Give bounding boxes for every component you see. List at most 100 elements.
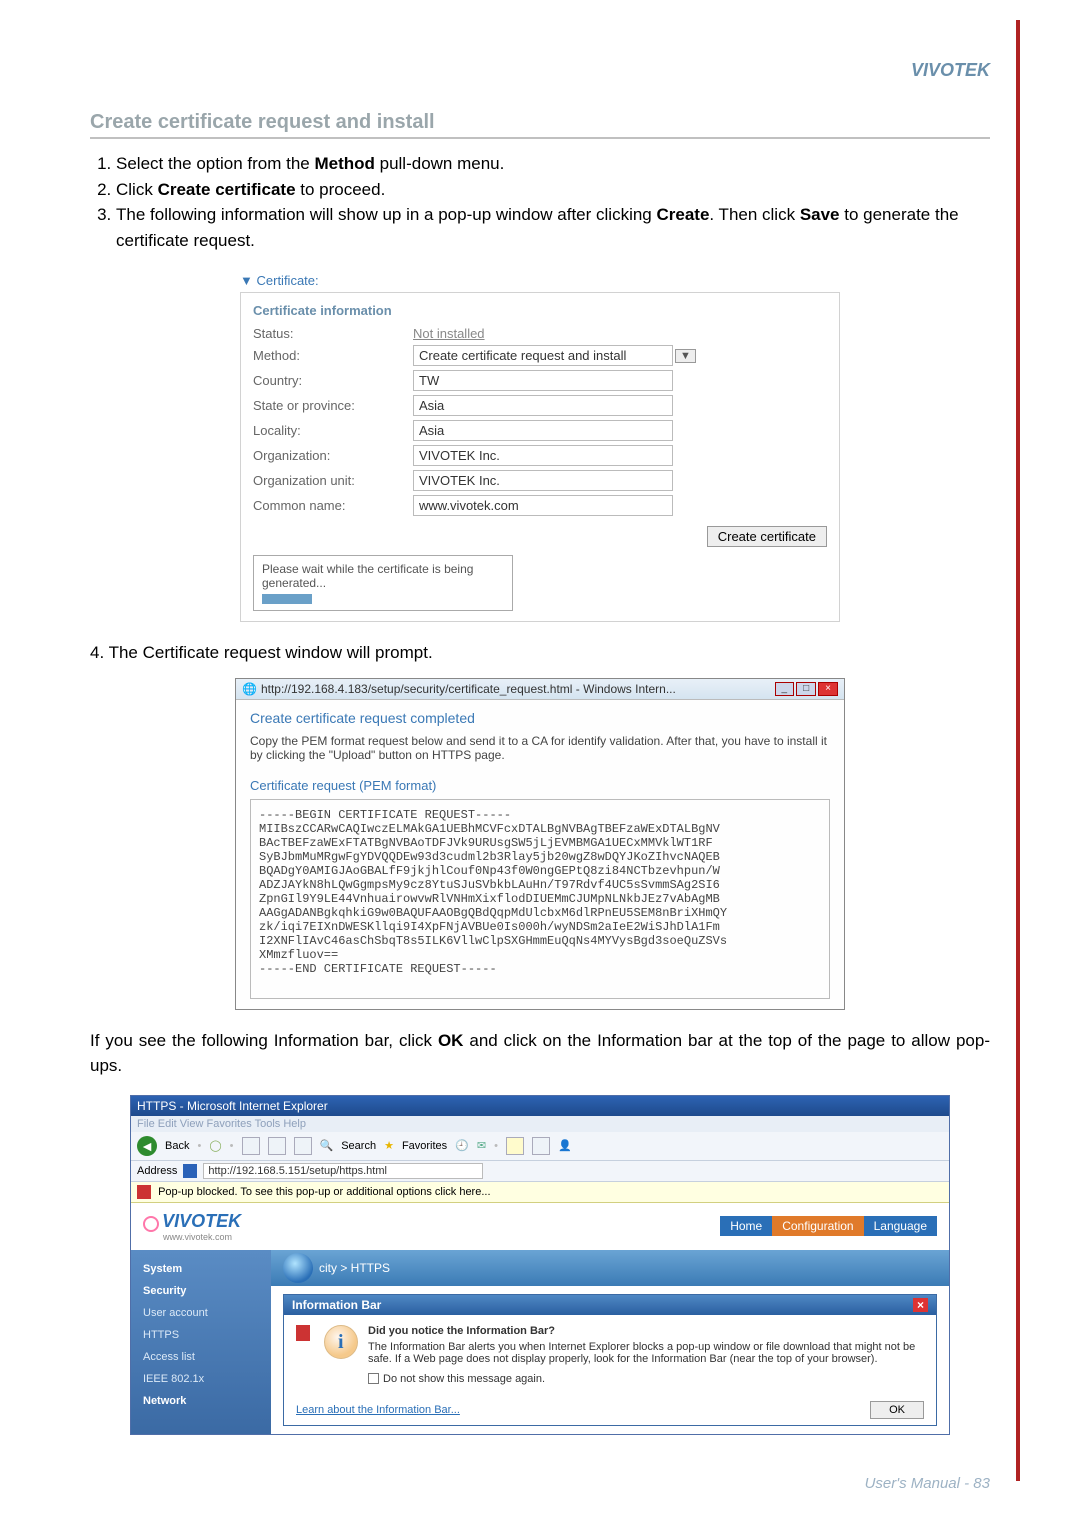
step2-text: Click [116,180,158,199]
sidebar-item-https[interactable]: HTTPS [131,1324,271,1346]
globe-icon [283,1253,313,1283]
info-bar-question: Did you notice the Information Bar? [368,1325,924,1337]
address-label: Address [137,1165,177,1177]
dont-show-label: Do not show this message again. [383,1373,545,1385]
sidebar-item-security[interactable]: Security [131,1280,271,1302]
method-select[interactable]: Create certificate request and install [413,345,673,366]
wait-text: Please wait while the certificate is bei… [262,562,504,590]
stop-icon[interactable] [242,1137,260,1155]
cert-request-popup: 🌐 http://192.168.4.183/setup/security/ce… [235,678,845,1010]
step3-a: The following information will show up i… [116,205,657,224]
ie-window: HTTPS - Microsoft Internet Explorer File… [130,1095,950,1435]
method-label: Method: [253,348,413,363]
status-value: Not installed [413,326,485,341]
body-text-2: If you see the following Information bar… [90,1028,990,1079]
popup-globe-icon: 🌐 [242,682,257,696]
pem-textarea[interactable]: -----BEGIN CERTIFICATE REQUEST----- MIIB… [250,799,830,999]
locality-label: Locality: [253,423,413,438]
back-icon[interactable]: ◄ [137,1136,157,1156]
learn-more-link[interactable]: Learn about the Information Bar... [296,1404,460,1416]
body2-bold: OK [438,1031,464,1050]
progress-bar [262,594,312,604]
info-bar-body-text: The Information Bar alerts you when Inte… [368,1341,924,1365]
history-icon[interactable]: 🕘 [455,1139,469,1152]
create-certificate-button[interactable]: Create certificate [707,526,827,547]
information-bar-dialog: Information Bar × Did you notice the Inf… [283,1294,937,1426]
sidebar-item-network[interactable]: Network [131,1390,271,1412]
chevron-down-icon[interactable]: ▼ [675,349,696,363]
ie-toolbar: ◄ Back • ◯ • 🔍 Search ★ Favorites 🕘 ✉ • … [131,1132,949,1161]
mail-icon[interactable]: ✉ [477,1139,486,1152]
step-1: Select the option from the Method pull-d… [116,151,990,177]
step1-bold: Method [314,154,374,173]
nav-language[interactable]: Language [864,1216,937,1236]
section-title: Create certificate request and install [90,111,990,139]
country-input[interactable] [413,370,673,391]
ie-sidebar: System Security User account HTTPS Acces… [131,1250,271,1434]
search-label[interactable]: Search [341,1140,376,1152]
favorites-icon[interactable]: ★ [384,1139,394,1152]
ie-address-bar: Address http://192.168.5.151/setup/https… [131,1161,949,1182]
step1-after: pull-down menu. [375,154,504,173]
status-label: Status: [253,326,413,341]
nav-configuration[interactable]: Configuration [772,1216,863,1236]
brand-header: VIVOTEK [90,60,990,81]
refresh-icon[interactable] [268,1137,286,1155]
ie-page-icon [183,1164,197,1178]
cert-panel-title: Certificate information [253,303,827,318]
collapse-arrow-icon[interactable]: ▼ [240,273,253,288]
close-icon[interactable]: × [913,1298,928,1312]
step3-bold1: Create [657,205,710,224]
step-2: Click Create certificate to proceed. [116,177,990,203]
dont-show-checkbox[interactable] [368,1373,379,1384]
orgunit-input[interactable] [413,470,673,491]
home-icon[interactable] [294,1137,312,1155]
info-icon [324,1325,358,1359]
ie-menubar[interactable]: File Edit View Favorites Tools Help [131,1116,949,1132]
popup-blocked-bar[interactable]: Pop-up blocked. To see this pop-up or ad… [131,1182,949,1203]
popup-close-icon[interactable]: × [818,682,838,696]
popup-titlebar: 🌐 http://192.168.4.183/setup/security/ce… [236,679,844,700]
step-3: The following information will show up i… [116,202,990,253]
pem-label: Certificate request (PEM format) [250,778,830,793]
nav-home[interactable]: Home [720,1216,772,1236]
orgunit-label: Organization unit: [253,473,413,488]
print-icon[interactable] [506,1137,524,1155]
vivotek-logo-text: VIVOTEK [162,1211,241,1231]
certificate-panel: Certificate information Status: Not inst… [240,292,840,622]
wait-message-box: Please wait while the certificate is bei… [253,555,513,611]
province-label: State or province: [253,398,413,413]
sidebar-item-access-list[interactable]: Access list [131,1346,271,1368]
edit-icon[interactable] [532,1137,550,1155]
top-nav: HomeConfigurationLanguage [720,1219,937,1233]
sidebar-item-system[interactable]: System [131,1258,271,1280]
org-input[interactable] [413,445,673,466]
address-input[interactable]: http://192.168.5.151/setup/https.html [203,1163,483,1179]
step3-b: . Then click [709,205,799,224]
back-label[interactable]: Back [165,1140,189,1152]
sidebar-item-ieee[interactable]: IEEE 802.1x [131,1368,271,1390]
ok-button[interactable]: OK [870,1401,924,1419]
province-input[interactable] [413,395,673,416]
certificate-section: ▼ Certificate: Certificate information S… [240,273,840,622]
locality-input[interactable] [413,420,673,441]
popup-title-url: http://192.168.4.183/setup/security/cert… [261,682,775,696]
org-label: Organization: [253,448,413,463]
forward-icon[interactable]: ◯ [209,1139,221,1152]
body2-a: If you see the following Information bar… [90,1031,438,1050]
popup-description: Copy the PEM format request below and se… [250,734,830,762]
search-icon[interactable]: 🔍 [320,1139,334,1152]
ie-main: city > HTTPS Information Bar × Did you n… [271,1250,949,1434]
sidebar-item-user-account[interactable]: User account [131,1302,271,1324]
cn-label: Common name: [253,498,413,513]
popup-heading: Create certificate request completed [250,710,830,726]
info-bar-title: Information Bar [292,1298,381,1312]
popup-minimize-icon[interactable]: _ [775,682,795,696]
certificate-collapse-label[interactable]: Certificate: [257,273,319,288]
cn-input[interactable] [413,495,673,516]
step1-text: Select the option from the [116,154,314,173]
favorites-label[interactable]: Favorites [402,1140,447,1152]
messenger-icon[interactable]: 👤 [558,1139,572,1152]
popup-maximize-icon[interactable]: □ [796,682,816,696]
pin-icon [296,1325,310,1341]
